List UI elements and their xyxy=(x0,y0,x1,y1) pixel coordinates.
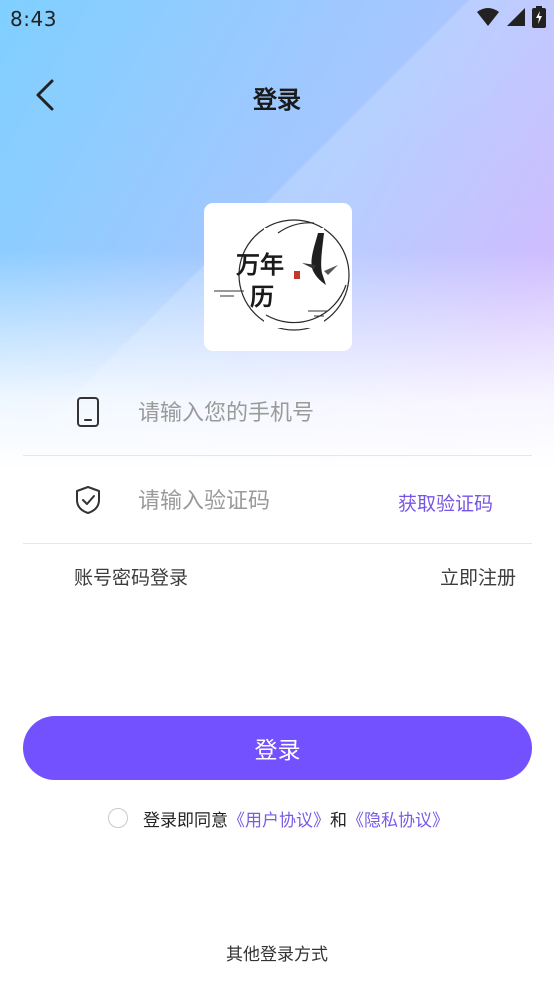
agreement-prefix: 登录即同意 xyxy=(143,810,228,831)
agreement-checkbox[interactable] xyxy=(108,808,128,828)
phone-input[interactable] xyxy=(136,397,470,429)
logo-text-line2: 历 xyxy=(250,282,274,311)
phone-icon xyxy=(72,396,104,428)
logo-text-line1: 万年 xyxy=(236,250,284,279)
status-time: 8:43 xyxy=(10,7,57,31)
register-link[interactable]: 立即注册 xyxy=(440,563,516,590)
wifi-icon xyxy=(476,7,500,31)
get-code-button[interactable]: 获取验证码 xyxy=(398,489,493,516)
divider xyxy=(23,543,532,544)
app-logo: 万年 历 xyxy=(204,203,352,351)
other-login-link[interactable]: 其他登录方式 xyxy=(0,940,554,965)
login-button[interactable]: 登录 xyxy=(23,716,532,780)
status-icons xyxy=(476,6,546,32)
agreement-and: 和 xyxy=(330,810,347,831)
battery-charging-icon xyxy=(532,6,546,32)
agreement-row: 登录即同意 《用户协议》 和 《隐私协议》 xyxy=(108,806,449,831)
signal-icon xyxy=(506,7,526,31)
user-agreement-link[interactable]: 《用户协议》 xyxy=(228,806,330,831)
privacy-agreement-link[interactable]: 《隐私协议》 xyxy=(347,806,449,831)
shield-check-icon xyxy=(72,484,104,516)
phone-row xyxy=(0,369,554,455)
page-title: 登录 xyxy=(253,86,301,114)
password-login-link[interactable]: 账号密码登录 xyxy=(74,563,188,590)
verification-code-input[interactable] xyxy=(136,485,370,517)
code-row: 获取验证码 xyxy=(0,456,554,542)
